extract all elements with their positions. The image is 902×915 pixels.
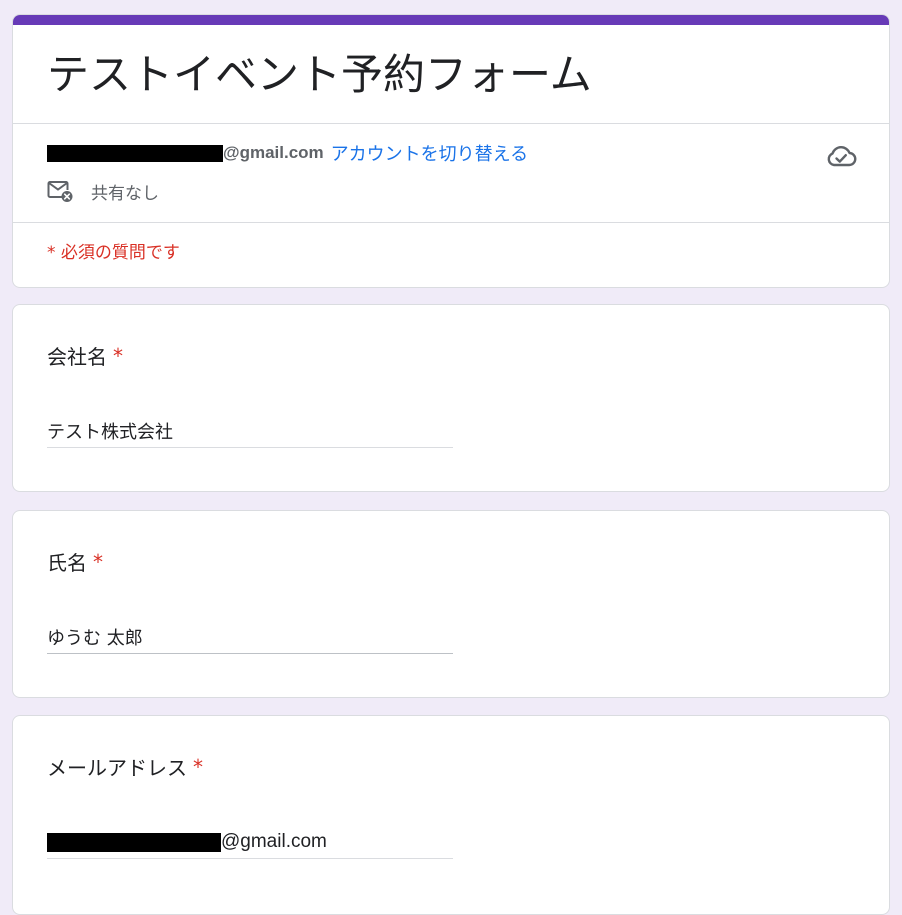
required-note: * 必須の質問です — [47, 243, 180, 263]
required-asterisk: * — [113, 343, 123, 368]
question-card-email: メールアドレス * @gmail.com — [12, 715, 890, 915]
redacted-email-user — [47, 144, 223, 162]
redacted-email-user — [47, 832, 221, 852]
email-address-input[interactable]: @gmail.com — [47, 826, 453, 859]
required-asterisk: * — [193, 754, 203, 779]
mail-off-icon — [47, 179, 73, 203]
company-name-input[interactable]: テスト株式会社 — [47, 415, 453, 448]
full-name-input[interactable]: ゆうむ 太郎 — [47, 621, 453, 654]
question-title: 氏名 * — [47, 547, 103, 576]
question-label: 会社名 — [47, 345, 107, 369]
header-divider-2 — [13, 222, 889, 223]
cloud-done-icon[interactable] — [825, 143, 857, 169]
account-email-domain: @gmail.com — [223, 143, 324, 162]
question-card-name: 氏名 * ゆうむ 太郎 — [12, 510, 890, 698]
accent-bar — [13, 15, 889, 25]
share-status-line: 共有なし — [47, 178, 159, 204]
account-line: @gmail.com アカウントを切り替える — [47, 141, 528, 165]
question-label: 氏名 — [47, 551, 87, 575]
answer-value: テスト株式会社 — [47, 422, 173, 443]
form-title: テストイベント予約フォーム — [47, 50, 592, 99]
required-asterisk: * — [93, 549, 103, 574]
switch-account-link[interactable]: アカウントを切り替える — [331, 140, 528, 166]
question-label: メールアドレス — [47, 756, 187, 780]
question-title: メールアドレス * — [47, 752, 203, 781]
question-card-company: 会社名 * テスト株式会社 — [12, 304, 890, 492]
answer-email-suffix: @gmail.com — [221, 831, 327, 852]
form-header-card: テストイベント予約フォーム @gmail.com アカウントを切り替える 共有な… — [12, 14, 890, 288]
header-divider — [13, 123, 889, 124]
answer-value: ゆうむ 太郎 — [47, 628, 143, 649]
question-title: 会社名 * — [47, 341, 123, 370]
share-status-text: 共有なし — [91, 183, 159, 204]
